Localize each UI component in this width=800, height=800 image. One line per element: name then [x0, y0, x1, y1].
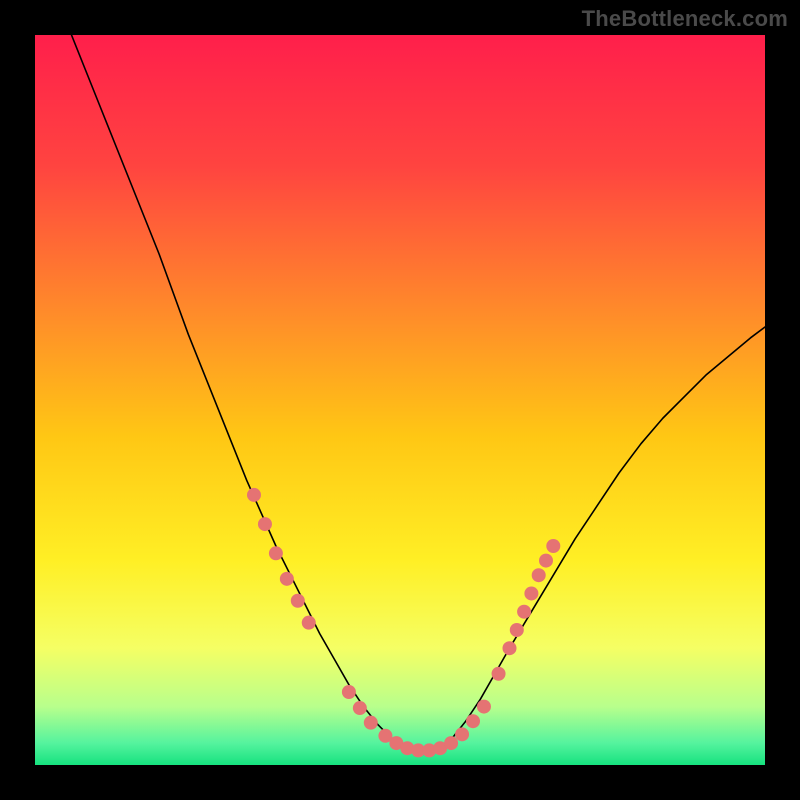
chart-svg: [35, 35, 765, 765]
data-dot: [342, 685, 356, 699]
data-dot: [302, 616, 316, 630]
data-dot: [524, 586, 538, 600]
data-dot: [466, 714, 480, 728]
data-dot: [364, 716, 378, 730]
watermark-label: TheBottleneck.com: [582, 6, 788, 32]
data-dot: [503, 641, 517, 655]
data-dot: [291, 594, 305, 608]
data-dot: [280, 572, 294, 586]
chart-frame: TheBottleneck.com: [0, 0, 800, 800]
gradient-background: [35, 35, 765, 765]
data-dot: [455, 727, 469, 741]
data-dot: [492, 667, 506, 681]
data-dot: [444, 736, 458, 750]
data-dot: [546, 539, 560, 553]
plot-area: [35, 35, 765, 765]
data-dot: [539, 554, 553, 568]
data-dot: [477, 700, 491, 714]
data-dot: [517, 605, 531, 619]
data-dot: [353, 701, 367, 715]
data-dot: [510, 623, 524, 637]
data-dot: [247, 488, 261, 502]
data-dot: [532, 568, 546, 582]
data-dot: [269, 546, 283, 560]
data-dot: [258, 517, 272, 531]
